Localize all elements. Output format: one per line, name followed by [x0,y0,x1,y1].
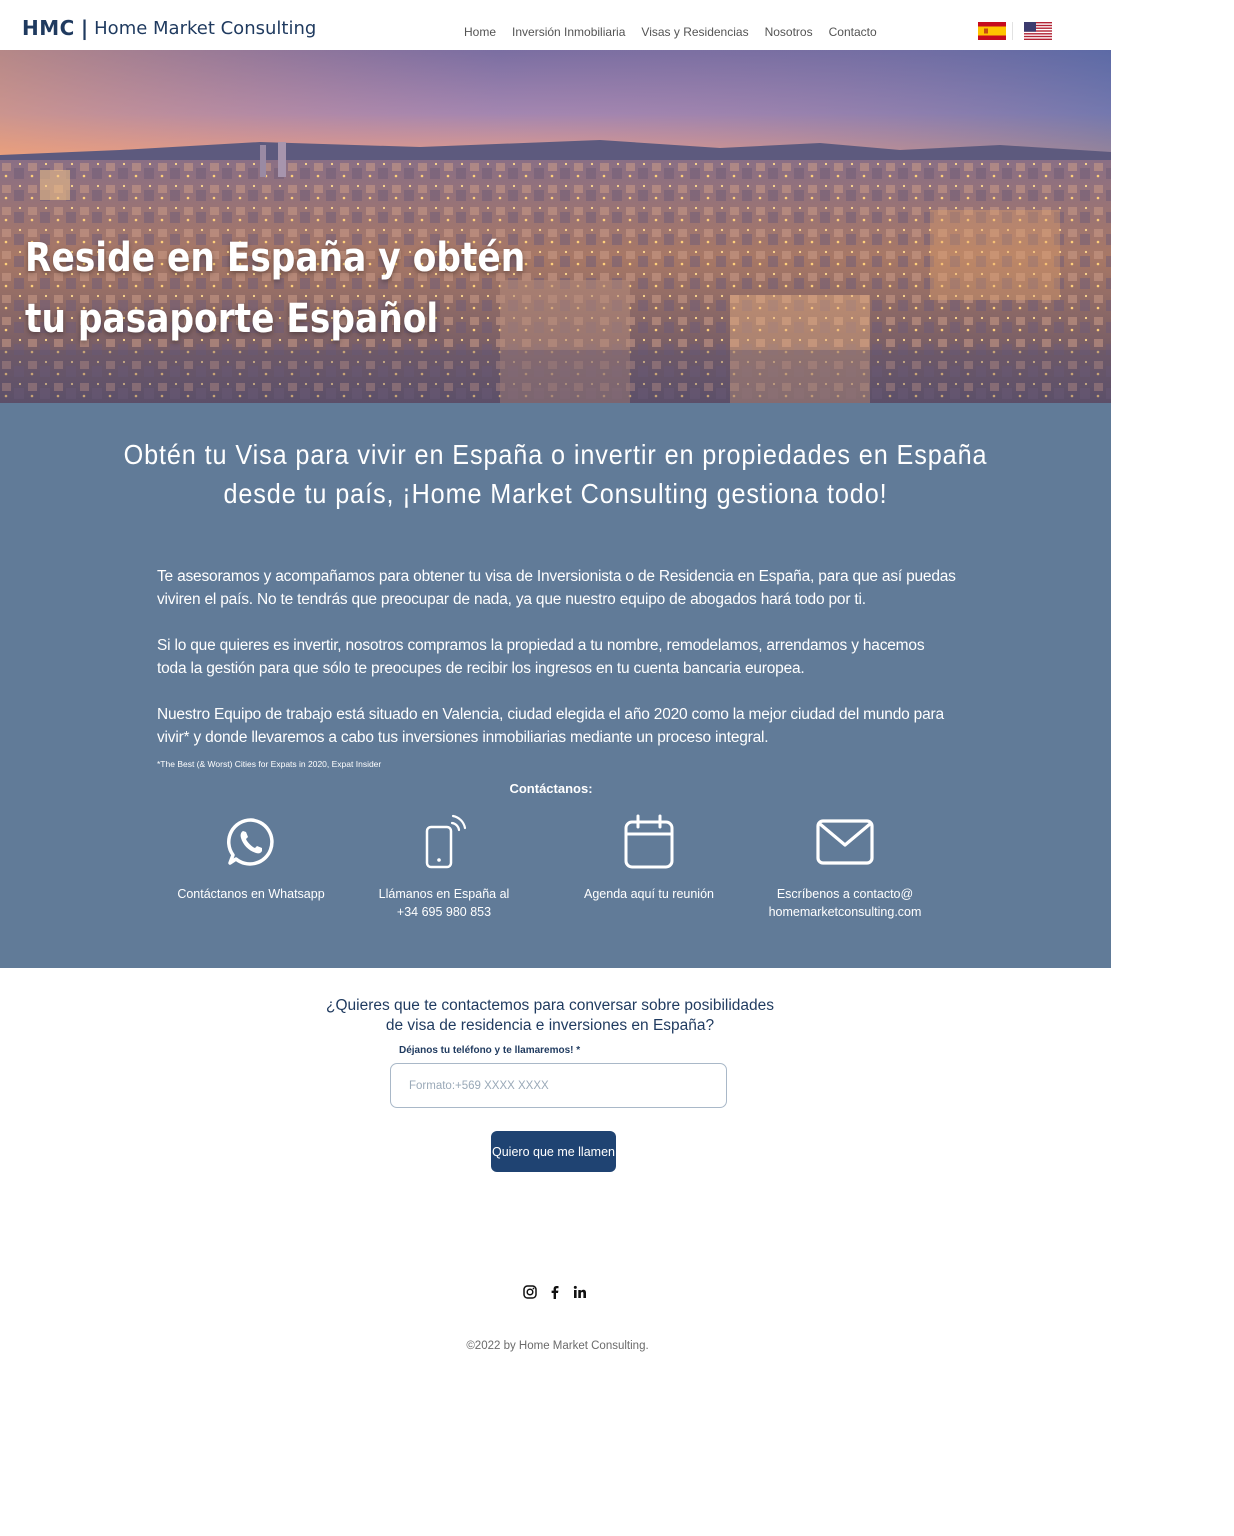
instagram-icon[interactable] [522,1284,538,1300]
contact-email[interactable]: Escríbenos a contacto@ homemarketconsult… [755,811,935,921]
hero-title-line-2: tu pasaporte Español [25,296,439,342]
info-paragraph-investment: Si lo que quieres es invertir, nosotros … [157,637,925,677]
nav-visas-residencias[interactable]: Visas y Residencias [633,25,756,39]
linkedin-icon[interactable] [572,1284,588,1300]
contact-whatsapp[interactable]: Contáctanos en Whatsapp [161,811,341,903]
info-paragraph-valencia: Nuestro Equipo de trabajo está situado e… [157,706,944,746]
nav-home[interactable]: Home [456,25,504,39]
nav-nosotros[interactable]: Nosotros [757,25,821,39]
city-skyline-image [0,50,1111,403]
hero-title-line-1: Reside en España y obtén [25,235,526,281]
calendar-icon [624,814,674,869]
info-title: Obtén tu Visa para vivir en España o inv… [0,435,1111,513]
hero-banner: Reside en España y obtén tu pasaporte Es… [0,50,1111,403]
contact-email-domain: homemarketconsulting.com [768,905,922,919]
copyright-text: ©2022 by Home Market Consulting. [466,1340,649,1352]
info-paragraph-visa: Te asesoramos y acompañamos para obtener… [157,568,956,608]
info-footnote: *The Best (& Worst) Cities for Expats in… [157,759,382,769]
mail-icon [816,819,874,865]
language-separator [1012,22,1013,40]
whatsapp-icon [227,818,274,866]
contact-calendar[interactable]: Agenda aquí tu reunión [559,811,739,903]
callback-submit-button[interactable]: Quiero que me llamen [491,1131,616,1172]
info-title-line-2: desde tu país, ¡Home Market Consulting g… [223,478,888,509]
nav-contacto[interactable]: Contacto [821,25,885,39]
usa-flag-icon[interactable] [1024,22,1052,40]
phone-icon [425,814,467,869]
callback-question: ¿Quieres que te contactemos para convers… [325,997,775,1034]
logo-separator: | [80,16,89,40]
site-header: HMC | Home Market Consulting Home Invers… [0,0,1111,50]
social-links [522,1284,588,1300]
contact-calendar-label: Agenda aquí tu reunión [584,887,714,901]
logo-abbreviation: HMC [22,16,75,40]
contact-whatsapp-label: Contáctanos en Whatsapp [177,887,325,901]
contact-email-label: Escríbenos a contacto@ [776,887,914,901]
info-title-line-1: Obtén tu Visa para vivir en España o inv… [123,439,988,470]
hero-title: Reside en España y obtén tu pasaporte Es… [25,228,525,350]
main-nav: Home Inversión Inmobiliaria Visas y Resi… [456,25,885,39]
phone-field-label: Déjanos tu teléfono y te llamaremos! * [399,1045,581,1056]
site-logo[interactable]: HMC | Home Market Consulting [22,16,316,40]
phone-input[interactable] [390,1063,727,1108]
contact-phone[interactable]: Llámanos en España al +34 695 980 853 [354,811,534,921]
nav-inversion-inmobiliaria[interactable]: Inversión Inmobiliaria [504,25,633,39]
contact-phone-number: +34 695 980 853 [396,905,492,919]
logo-full-name: Home Market Consulting [94,17,317,39]
language-selector [978,22,1052,40]
info-section: Obtén tu Visa para vivir en España o inv… [0,403,1111,968]
spain-flag-icon[interactable] [978,22,1006,40]
contact-heading: Contáctanos: [509,781,593,796]
facebook-icon[interactable] [547,1284,563,1300]
contact-phone-label: Llámanos en España al [378,887,510,901]
